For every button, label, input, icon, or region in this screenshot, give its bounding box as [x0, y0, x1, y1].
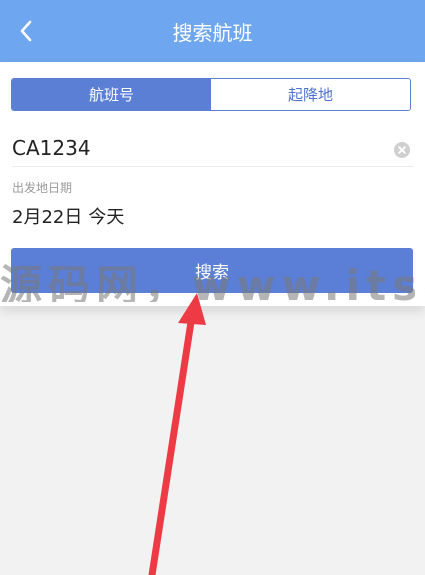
- page-title: 搜索航班: [172, 21, 253, 45]
- date-selector[interactable]: 2月22日 今天: [12, 203, 124, 229]
- header-bar: 搜索航班: [0, 0, 425, 62]
- clear-icon[interactable]: [394, 142, 410, 158]
- date-day-label: 今天: [88, 207, 125, 228]
- tab-departure-arrival[interactable]: 起降地: [211, 79, 410, 110]
- divider: [12, 166, 413, 167]
- arrow-shaft: [148, 318, 195, 575]
- flight-number-input[interactable]: CA1234: [12, 132, 412, 166]
- search-button[interactable]: 搜索: [11, 248, 413, 293]
- search-form-card: 航班号 起降地 CA1234 出发地日期 2月22日 今天 搜索: [0, 62, 425, 306]
- tab-flight-number[interactable]: 航班号: [12, 79, 211, 110]
- flight-number-value: CA1234: [12, 136, 91, 160]
- date-value: 2月22日: [12, 207, 83, 228]
- date-field-label: 出发地日期: [12, 181, 73, 195]
- search-mode-tabs: 航班号 起降地: [11, 78, 411, 111]
